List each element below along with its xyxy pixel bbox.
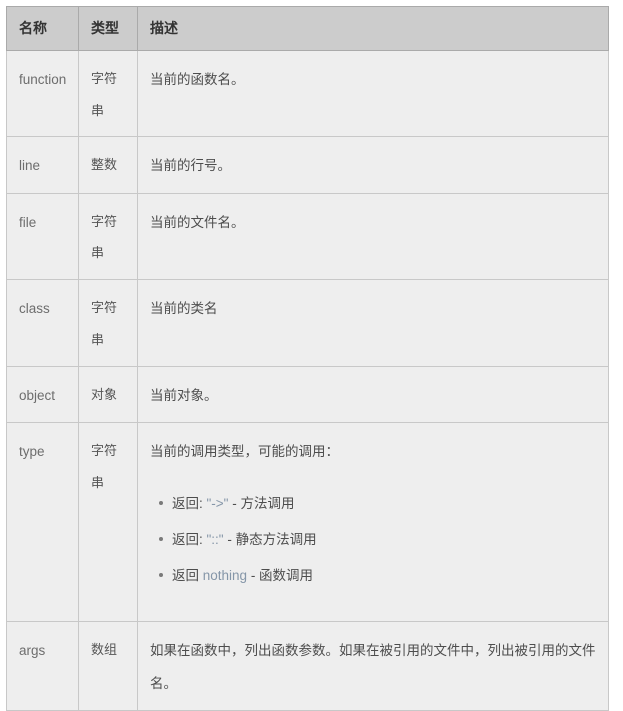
cell-parameter-type: 数组: [78, 620, 138, 711]
bullet-prefix-text: 返回: [172, 568, 203, 584]
call-type-list: 返回: "->" - 方法调用 返回: "::" - 静态方法调用 返回 not…: [150, 487, 598, 592]
page-root: 名称 类型 描述 function 字符串 当前的函数名。 line 整数 当前…: [0, 0, 623, 711]
table-row: object 对象 当前对象。: [6, 365, 609, 423]
cell-parameter-description: 当前对象。: [137, 365, 609, 423]
cell-parameter-name: function: [6, 49, 79, 138]
list-item: 返回: "->" - 方法调用: [159, 487, 598, 520]
table-row: class 字符串 当前的类名: [6, 279, 609, 367]
parameter-reference-table: 名称 类型 描述 function 字符串 当前的函数名。 line 整数 当前…: [6, 6, 609, 711]
list-item: 返回: "::" - 静态方法调用: [159, 523, 598, 556]
cell-parameter-type: 对象: [78, 365, 138, 423]
cell-parameter-name: type: [6, 421, 79, 622]
table-row: file 字符串 当前的文件名。: [6, 192, 609, 281]
bullet-suffix-text: - 方法调用: [228, 496, 295, 512]
table-row: function 字符串 当前的函数名。: [6, 49, 609, 138]
inline-code-value: nothing: [202, 568, 248, 584]
cell-parameter-name: class: [6, 279, 79, 367]
column-header-type: 类型: [78, 6, 138, 51]
bullet-prefix-text: 返回:: [172, 532, 207, 548]
cell-parameter-type: 字符串: [78, 421, 138, 622]
bullet-suffix-text: - 函数调用: [247, 568, 314, 584]
bullet-prefix-text: 返回:: [172, 496, 207, 512]
cell-parameter-description: 如果在函数中，列出函数参数。如果在被引用的文件中，列出被引用的文件名。: [137, 620, 609, 711]
reference-table-container: 名称 类型 描述 function 字符串 当前的函数名。 line 整数 当前…: [6, 6, 609, 711]
table-row: type 字符串 当前的调用类型，可能的调用： 返回: "->" - 方法调用 …: [6, 421, 609, 622]
cell-parameter-name: file: [6, 192, 79, 281]
inline-code-value: "::": [206, 532, 224, 548]
table-row: line 整数 当前的行号。: [6, 136, 609, 194]
description-lead-text: 当前的调用类型，可能的调用：: [150, 443, 339, 459]
inline-code-value: "->": [206, 496, 229, 512]
table-header-row: 名称 类型 描述: [6, 6, 609, 51]
cell-parameter-description: 当前的调用类型，可能的调用： 返回: "->" - 方法调用 返回: "::" …: [137, 421, 609, 622]
cell-parameter-type: 字符串: [78, 279, 138, 367]
list-item: 返回 nothing - 函数调用: [159, 559, 598, 592]
cell-parameter-description: 当前的文件名。: [137, 192, 609, 281]
bullet-suffix-text: - 静态方法调用: [223, 532, 317, 548]
cell-parameter-description: 当前的类名: [137, 279, 609, 367]
cell-parameter-name: args: [6, 620, 79, 711]
cell-parameter-name: object: [6, 365, 79, 423]
cell-parameter-type: 字符串: [78, 192, 138, 281]
cell-parameter-description: 当前的行号。: [137, 136, 609, 194]
cell-parameter-type: 字符串: [78, 49, 138, 138]
table-header: 名称 类型 描述: [6, 6, 609, 51]
cell-parameter-description: 当前的函数名。: [137, 49, 609, 138]
column-header-description: 描述: [137, 6, 609, 51]
table-body: function 字符串 当前的函数名。 line 整数 当前的行号。 file…: [6, 49, 609, 711]
table-row: args 数组 如果在函数中，列出函数参数。如果在被引用的文件中，列出被引用的文…: [6, 620, 609, 711]
column-header-name: 名称: [6, 6, 79, 51]
cell-parameter-name: line: [6, 136, 79, 194]
cell-parameter-type: 整数: [78, 136, 138, 194]
